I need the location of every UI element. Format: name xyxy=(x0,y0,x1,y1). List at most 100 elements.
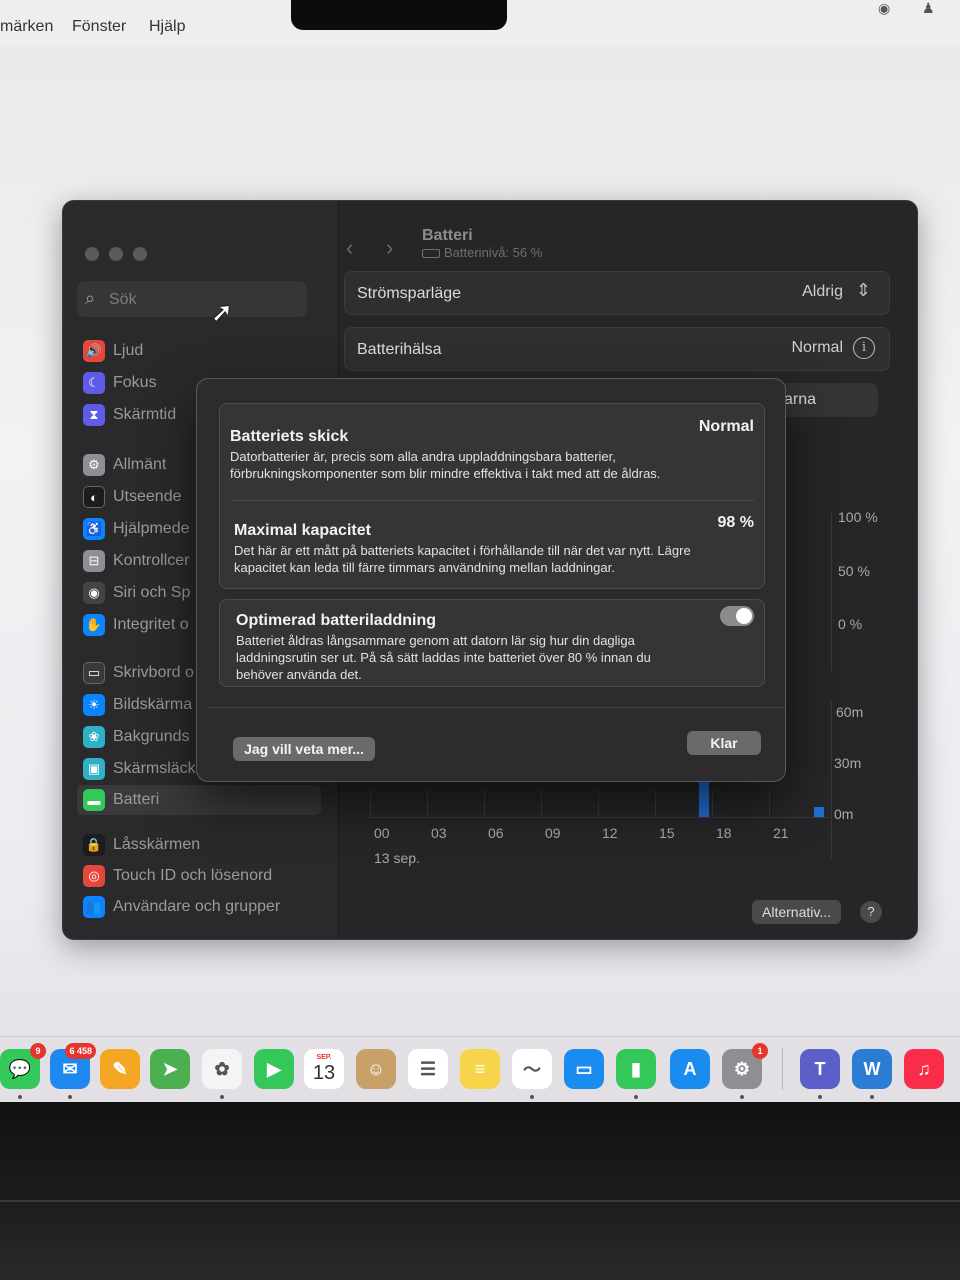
optimized-charging-toggle[interactable] xyxy=(720,606,754,626)
facetime-icon[interactable]: ▶ xyxy=(254,1049,294,1089)
running-indicator xyxy=(220,1095,224,1099)
chart-gridline xyxy=(427,791,428,817)
info-icon[interactable]: i xyxy=(853,337,875,359)
sidebar-item-battery[interactable]: ▬ Batteri xyxy=(77,785,321,815)
maps-glyph: ➤ xyxy=(162,1058,178,1079)
sidebar-item-lock-screen[interactable]: 🔒 Låsskärmen xyxy=(83,831,200,859)
mail-icon[interactable]: ✉ 6 458 xyxy=(50,1043,96,1089)
music-icon[interactable]: ♫ xyxy=(904,1049,944,1089)
calendar-icon[interactable]: SEP. 13 xyxy=(304,1049,344,1089)
numbers-icon[interactable]: ▮ xyxy=(616,1049,656,1089)
sidebar-item-label: Skärmtid xyxy=(113,406,177,423)
running-indicator xyxy=(530,1095,534,1099)
menu-item-markers[interactable]: märken xyxy=(0,18,53,36)
control-center-icon: ⊟ xyxy=(83,550,105,572)
up-down-chevron-icon[interactable]: ⇕ xyxy=(856,280,871,301)
sidebar-item-control-center[interactable]: ⊟ Kontrollcer xyxy=(83,547,189,575)
keynote-icon[interactable]: ▭ xyxy=(564,1049,604,1089)
low-power-mode-row[interactable]: Strömsparläge Aldrig ⇕ xyxy=(344,271,890,315)
usage-tick-0m: 0m xyxy=(834,806,854,822)
sidebar-item-label: Användare och grupper xyxy=(113,898,281,915)
sidebar-item-touch-id[interactable]: ◎ Touch ID och lösenord xyxy=(83,862,272,890)
sidebar-item-screen-time[interactable]: ⧗ Skärmtid xyxy=(83,401,176,429)
dock: 💬 9 ✉ 6 458 ✎ ➤ ✿ ▶ SEP. 13 ☺ ☰ ≡ 〜 ▭ ▮ A ⚙ 1 T W ♫ xyxy=(0,1036,960,1102)
sidebar-item-siri[interactable]: ◉ Siri och Sp xyxy=(83,579,190,607)
optimized-charging-title: Optimerad batteriladdning xyxy=(236,612,437,629)
running-indicator xyxy=(18,1095,22,1099)
brightness-icon: ☀ xyxy=(83,694,105,716)
app-store-icon[interactable]: A xyxy=(670,1049,710,1089)
help-button[interactable]: ? xyxy=(860,901,882,923)
freeform-icon[interactable]: 〜 xyxy=(512,1049,552,1089)
sidebar-item-accessibility[interactable]: ♿ Hjälpmede xyxy=(83,515,189,543)
minimize-window-button[interactable] xyxy=(109,247,123,261)
hour-tick-21: 21 xyxy=(773,825,789,841)
hour-tick-00: 00 xyxy=(374,825,390,841)
photos-icon[interactable]: ✿ xyxy=(202,1049,242,1089)
chart-gridline xyxy=(484,791,485,817)
usage-bar xyxy=(699,779,709,817)
zoom-window-button[interactable] xyxy=(133,247,147,261)
hour-tick-15: 15 xyxy=(659,825,675,841)
teams-icon[interactable]: T xyxy=(800,1049,840,1089)
hour-tick-03: 03 xyxy=(431,825,447,841)
battery-condition-card: Batteriets skick Normal Datorbatterier ä… xyxy=(219,403,765,589)
sidebar-item-label: Touch ID och lösenord xyxy=(113,867,273,884)
sidebar-item-wallpaper[interactable]: ❀ Bakgrunds xyxy=(83,723,190,751)
sidebar-item-general[interactable]: ⚙ Allmänt xyxy=(83,451,166,479)
desktop-icon: ▭ xyxy=(83,662,105,684)
messages-icon[interactable]: 💬 9 xyxy=(0,1043,46,1089)
sidebar-item-users[interactable]: 👥 Användare och grupper xyxy=(83,893,280,921)
siri-icon: ◉ xyxy=(83,582,105,604)
learn-more-button[interactable]: Jag vill veta mer... xyxy=(233,737,375,761)
notification-badge: 9 xyxy=(30,1043,46,1059)
options-button[interactable]: Alternativ... xyxy=(752,900,841,924)
contacts-icon[interactable]: ☺ xyxy=(356,1049,396,1089)
word-icon[interactable]: W xyxy=(852,1049,892,1089)
menu-item-help[interactable]: Hjälp xyxy=(149,18,185,36)
sidebar-item-label: Siri och Sp xyxy=(113,584,191,601)
sidebar-item-label: Låsskärmen xyxy=(113,836,201,853)
contacts-glyph: ☺ xyxy=(366,1058,386,1079)
chart-gridline xyxy=(769,791,770,817)
close-window-button[interactable] xyxy=(85,247,99,261)
low-power-mode-value[interactable]: Aldrig xyxy=(802,283,843,301)
battery-health-row[interactable]: Batterihälsa Normal i xyxy=(344,327,890,371)
reminders-icon[interactable]: ☰ xyxy=(408,1049,448,1089)
sidebar-item-screensaver[interactable]: ▣ Skärmsläck xyxy=(83,755,196,783)
sidebar-item-appearance[interactable]: ◐ Utseende xyxy=(83,483,182,511)
sidebar-item-label: Fokus xyxy=(113,374,157,391)
chart-gridline xyxy=(712,791,713,817)
gear-icon: ⚙ xyxy=(83,454,105,476)
maps-icon[interactable]: ➤ xyxy=(150,1049,190,1089)
sidebar-item-label: Kontrollcer xyxy=(113,552,190,569)
usage-tick-60m: 60m xyxy=(836,704,864,720)
sidebar-item-focus[interactable]: ☾ Fokus xyxy=(83,369,157,397)
max-capacity-title: Maximal kapacitet xyxy=(234,522,371,539)
battery-condition-title: Batteriets skick xyxy=(230,428,349,445)
control-center-status-icon[interactable]: ◉ xyxy=(878,0,890,17)
user-status-icon[interactable]: ♟ xyxy=(922,0,935,17)
back-chevron-icon[interactable]: ‹ xyxy=(346,235,353,261)
moon-icon: ☾ xyxy=(83,372,105,394)
forward-chevron-icon[interactable]: › xyxy=(386,235,393,261)
hourglass-icon: ⧗ xyxy=(83,404,105,426)
sidebar-item-label: Bakgrunds xyxy=(113,728,190,745)
sidebar-item-displays[interactable]: ☀ Bildskärma xyxy=(83,691,192,719)
messages-glyph: 💬 xyxy=(8,1058,32,1079)
notes-icon[interactable]: ≡ xyxy=(460,1049,500,1089)
sidebar-item-privacy[interactable]: ✋ Integritet o xyxy=(83,611,189,639)
system-settings-icon[interactable]: ⚙ 1 xyxy=(722,1043,768,1089)
music-glyph: ♫ xyxy=(917,1058,931,1079)
usage-bar xyxy=(814,807,824,817)
sidebar-item-desktop[interactable]: ▭ Skrivbord o xyxy=(83,659,194,687)
chart-baseline xyxy=(370,817,830,818)
battery-health-value: Normal xyxy=(791,339,843,356)
optimized-charging-card: Optimerad batteriladdning Batteriet åldr… xyxy=(219,599,765,687)
menu-item-window[interactable]: Fönster xyxy=(72,18,126,36)
battery-health-label: Batterihälsa xyxy=(357,341,442,358)
pages-icon[interactable]: ✎ xyxy=(100,1049,140,1089)
sidebar-item-sound[interactable]: 🔊 Ljud xyxy=(83,337,143,365)
search-input[interactable]: ⌕ Sök xyxy=(77,281,307,317)
done-button[interactable]: Klar xyxy=(687,731,761,755)
